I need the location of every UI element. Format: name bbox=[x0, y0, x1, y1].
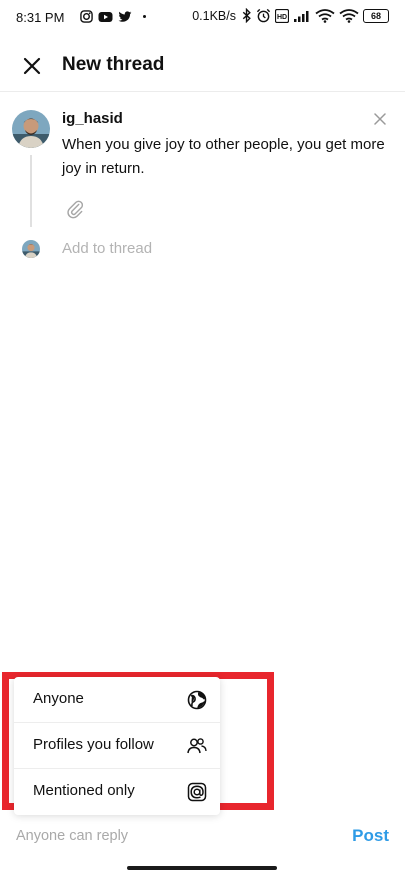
people-icon bbox=[187, 738, 207, 754]
instagram-icon bbox=[80, 10, 93, 23]
avatar bbox=[12, 110, 50, 148]
close-icon bbox=[374, 113, 386, 125]
new-thread-screen: 8:31 PM 0.1KB/s HD 68 New thread ig_hasi… bbox=[0, 0, 405, 878]
youtube-icon bbox=[98, 11, 113, 22]
remove-post-button[interactable] bbox=[369, 108, 391, 130]
thread-line bbox=[30, 155, 32, 227]
paperclip-icon bbox=[67, 200, 84, 219]
dot-icon bbox=[143, 15, 146, 18]
svg-text:HD: HD bbox=[277, 14, 287, 21]
menu-item-label: Profiles you follow bbox=[33, 736, 154, 753]
battery-icon: 68 bbox=[363, 8, 389, 23]
post-button[interactable]: Post bbox=[352, 826, 389, 846]
notification-icons bbox=[80, 10, 146, 23]
small-avatar bbox=[22, 240, 40, 258]
status-time: 8:31 PM bbox=[16, 10, 65, 25]
signal-icon bbox=[294, 10, 309, 22]
menu-item-mentioned-only[interactable]: Mentioned only bbox=[14, 769, 220, 815]
at-icon bbox=[187, 782, 207, 802]
wifi-icon bbox=[315, 8, 335, 23]
alarm-icon bbox=[256, 8, 271, 23]
menu-item-label: Mentioned only bbox=[33, 782, 135, 799]
bluetooth-icon bbox=[242, 8, 251, 23]
menu-item-label: Anyone bbox=[33, 690, 84, 707]
reply-permission-menu: Anyone Profiles you follow Mentioned onl… bbox=[14, 677, 220, 815]
page-title: New thread bbox=[62, 54, 165, 75]
wifi-icon bbox=[339, 8, 359, 23]
post-text-input[interactable]: When you give joy to other people, you g… bbox=[62, 133, 392, 181]
header: New thread bbox=[0, 40, 405, 92]
reply-setting-button[interactable]: Anyone can reply bbox=[16, 828, 128, 844]
system-status-icons: 0.1KB/s HD 68 bbox=[192, 8, 389, 23]
globe-icon bbox=[187, 690, 207, 710]
network-speed: 0.1KB/s bbox=[192, 8, 236, 23]
twitter-icon bbox=[118, 10, 132, 22]
home-indicator[interactable] bbox=[127, 866, 277, 870]
menu-item-anyone[interactable]: Anyone bbox=[14, 677, 220, 723]
volte-icon: HD bbox=[275, 8, 289, 23]
menu-item-profiles-you-follow[interactable]: Profiles you follow bbox=[14, 723, 220, 769]
close-icon bbox=[23, 57, 41, 75]
close-button[interactable] bbox=[18, 52, 46, 80]
battery-level: 68 bbox=[370, 10, 381, 21]
username: ig_hasid bbox=[62, 110, 123, 127]
add-to-thread-input[interactable]: Add to thread bbox=[62, 240, 152, 257]
attach-button[interactable] bbox=[62, 196, 88, 222]
status-bar: 8:31 PM 0.1KB/s HD 68 bbox=[0, 0, 405, 34]
